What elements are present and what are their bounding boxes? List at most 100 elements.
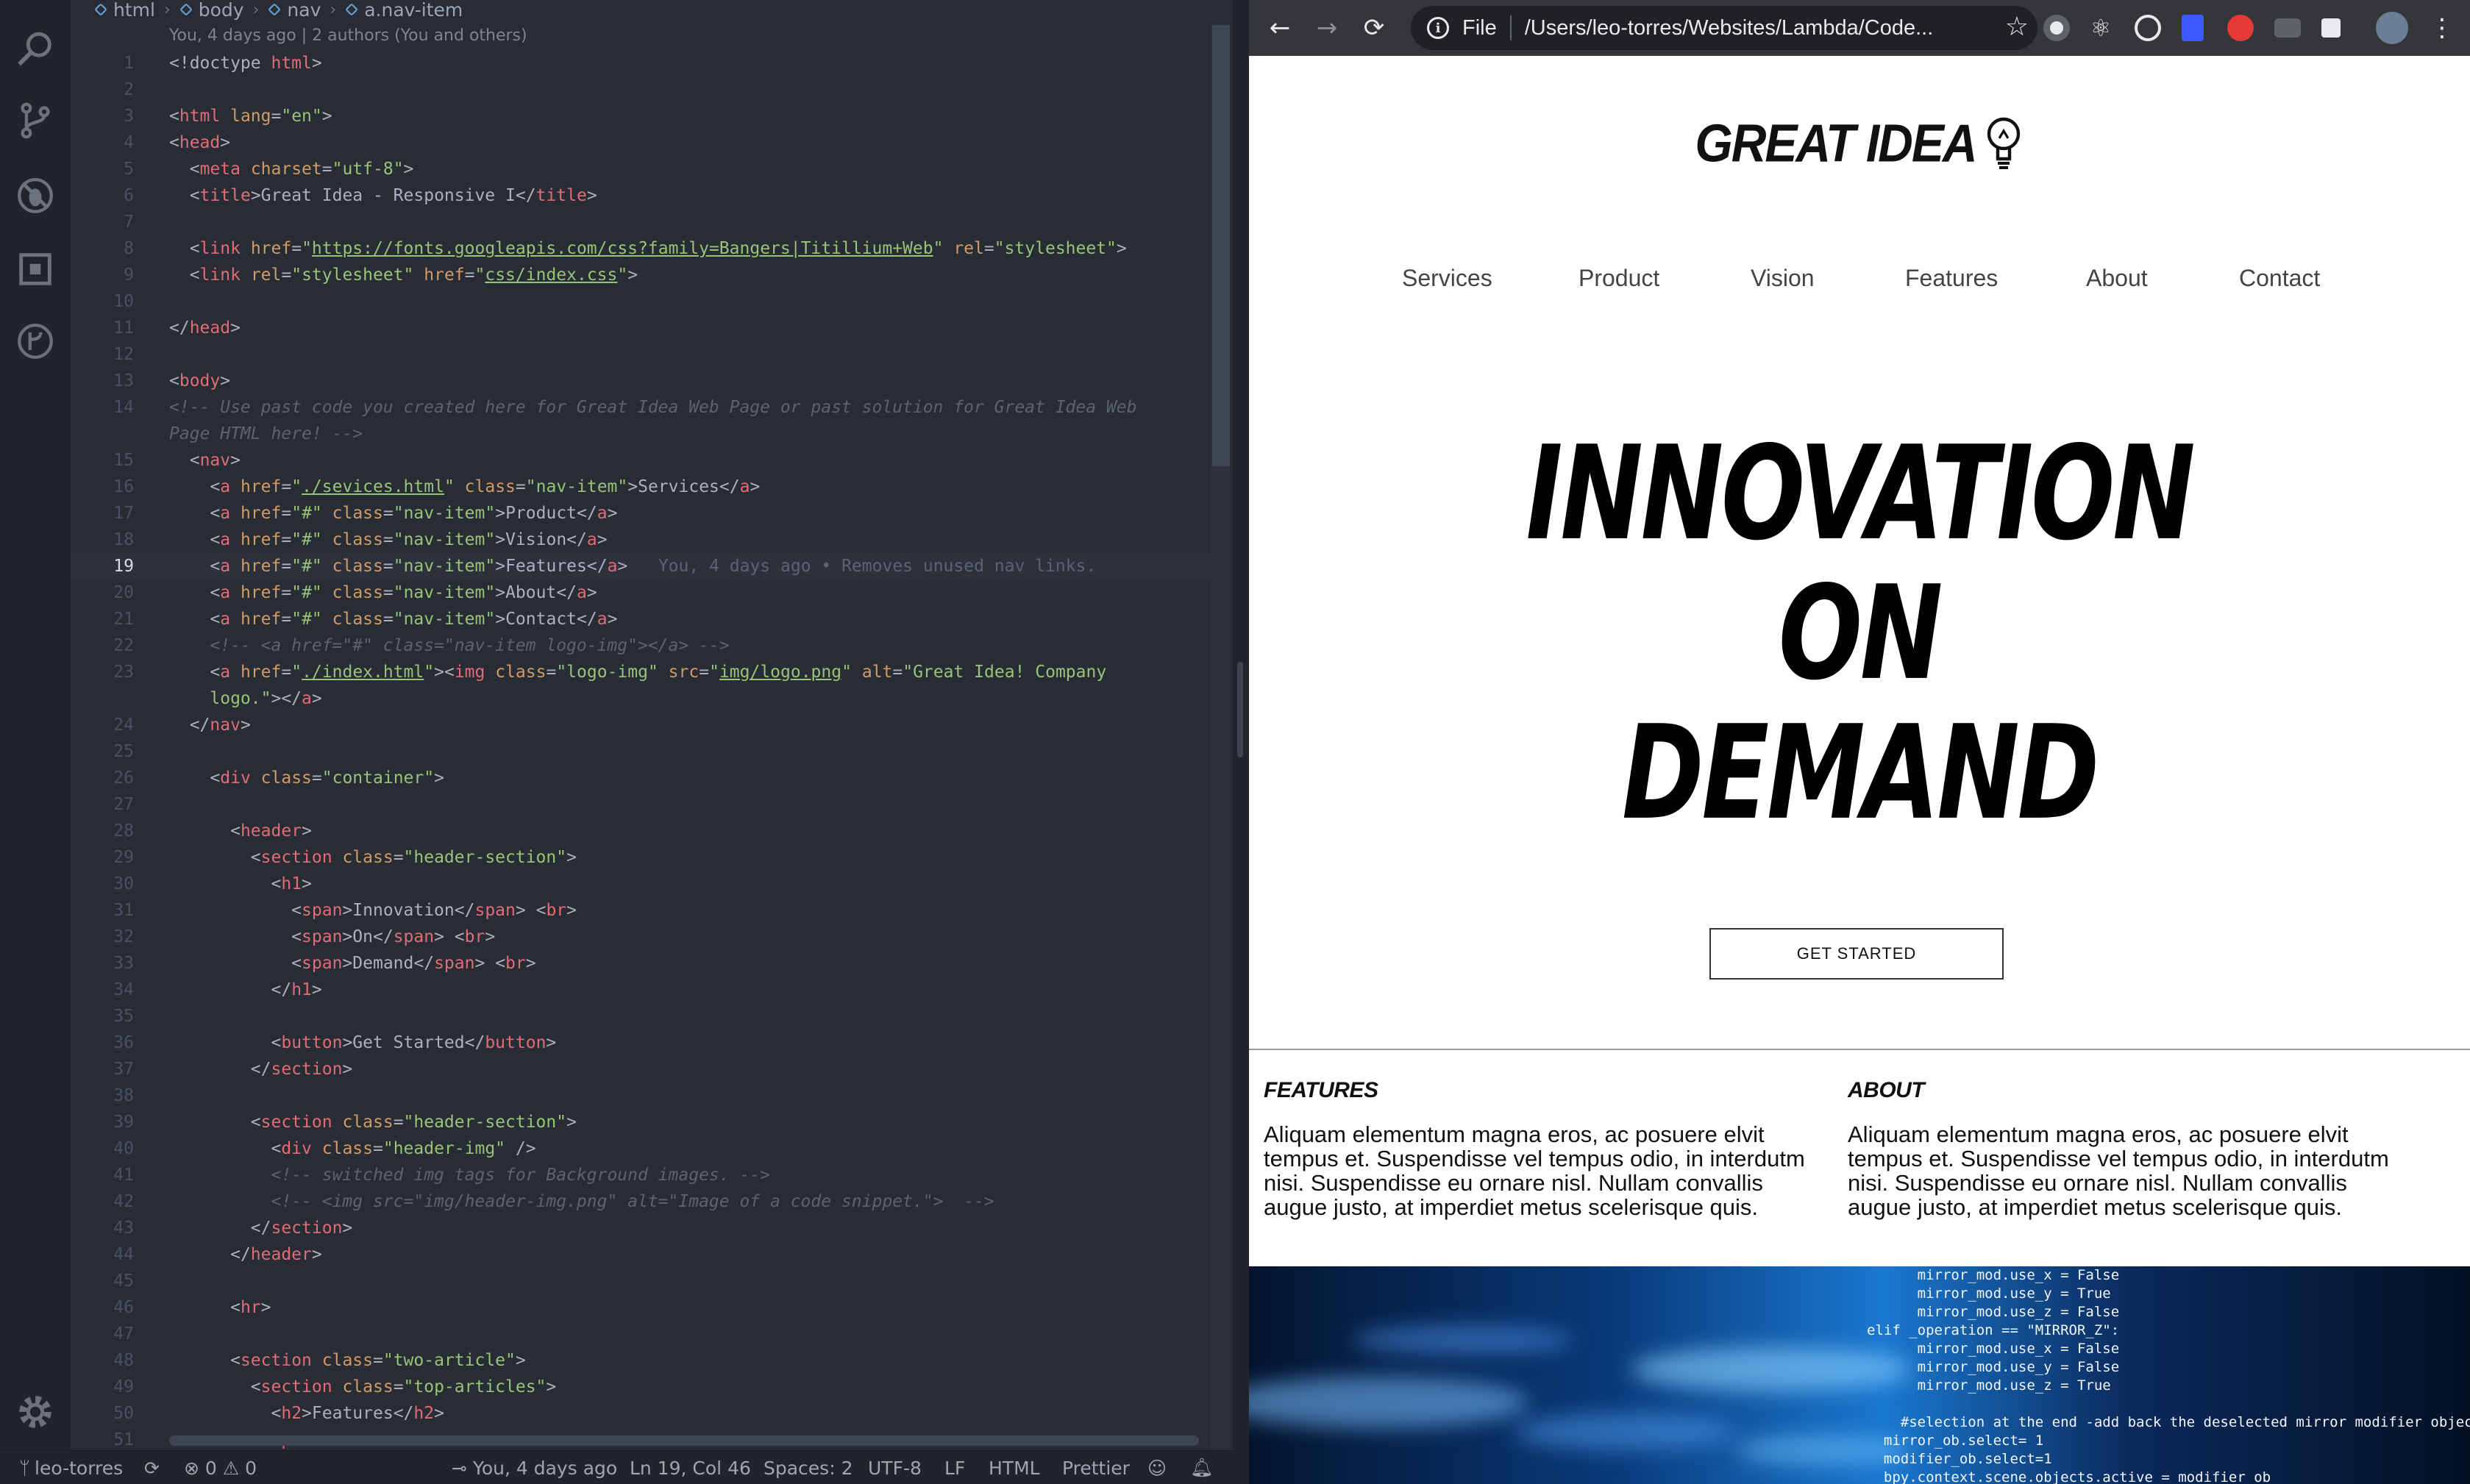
- code-line[interactable]: <div class="container">: [169, 765, 444, 791]
- nav-item-features[interactable]: Features: [1905, 265, 1998, 292]
- code-line[interactable]: <link href="https://fonts.googleapis.com…: [169, 235, 1127, 262]
- code-line[interactable]: <link rel="stylesheet" href="css/index.c…: [169, 262, 638, 288]
- line-number[interactable]: 35: [71, 1003, 134, 1030]
- code-line[interactable]: <nav>: [169, 447, 241, 474]
- horizontal-scrollbar[interactable]: [169, 1435, 1199, 1446]
- code-line[interactable]: <!-- Use past code you created here for …: [169, 394, 1136, 421]
- line-ending[interactable]: LF: [944, 1451, 965, 1484]
- notifications-bell-icon[interactable]: 🔔︎: [1190, 1451, 1214, 1484]
- site-logo[interactable]: GREAT IDEA: [1249, 113, 2470, 174]
- feedback-smiley-icon[interactable]: ☺: [1147, 1451, 1167, 1484]
- line-number[interactable]: 4: [71, 129, 134, 156]
- line-number[interactable]: 41: [71, 1162, 134, 1188]
- code-line[interactable]: <a href="#" class="nav-item">About</a>: [169, 579, 597, 606]
- breadcrumb-item[interactable]: nav: [268, 0, 321, 21]
- extension-ring-icon[interactable]: [2043, 15, 2070, 41]
- extensions-icon[interactable]: [13, 247, 57, 291]
- code-line[interactable]: </h1>: [169, 977, 321, 1003]
- line-number[interactable]: 31: [71, 897, 134, 924]
- stop-hand-extension-icon[interactable]: [2227, 15, 2254, 41]
- code-line[interactable]: <section class="two-article">: [169, 1347, 526, 1374]
- line-number[interactable]: 37: [71, 1056, 134, 1082]
- nav-item-product[interactable]: Product: [1579, 265, 1659, 292]
- code-line[interactable]: <a href="./sevices.html" class="nav-item…: [169, 474, 760, 500]
- line-number[interactable]: 5: [71, 156, 134, 182]
- breadcrumb-item[interactable]: body: [179, 0, 244, 21]
- line-number[interactable]: 26: [71, 765, 134, 791]
- line-number[interactable]: 22: [71, 632, 134, 659]
- line-number[interactable]: 18: [71, 527, 134, 553]
- nav-item-contact[interactable]: Contact: [2239, 265, 2320, 292]
- code-line[interactable]: <title>Great Idea - Responsive I</title>: [169, 182, 597, 209]
- info-extension-icon[interactable]: [2182, 15, 2204, 41]
- code-line[interactable]: <hr>: [169, 1294, 271, 1321]
- line-number[interactable]: 21: [71, 606, 134, 632]
- code-line[interactable]: <a href="#" class="nav-item">Contact</a>: [169, 606, 617, 632]
- line-number[interactable]: 44: [71, 1241, 134, 1268]
- code-line[interactable]: <head>: [169, 129, 230, 156]
- line-number[interactable]: 28: [71, 818, 134, 844]
- code-line[interactable]: <span>Innovation</span> <br>: [169, 897, 577, 924]
- sync-icon[interactable]: ⟳: [144, 1451, 160, 1484]
- line-number[interactable]: 15: [71, 447, 134, 474]
- code-area[interactable]: 1 <!doctype html> 2 3 <html lang="en"> 4 <head…: [71, 50, 1228, 1449]
- code-line[interactable]: <div class="header-img" />: [169, 1135, 535, 1162]
- line-number[interactable]: 23: [71, 659, 134, 685]
- code-line[interactable]: <section class="header-section">: [169, 844, 577, 871]
- line-number[interactable]: [71, 421, 134, 447]
- indentation[interactable]: Spaces: 2: [764, 1451, 853, 1484]
- back-arrow-icon[interactable]: ←: [1262, 10, 1298, 46]
- line-number[interactable]: 11: [71, 315, 134, 341]
- problems-indicator[interactable]: ⊗ 0 ⚠ 0: [184, 1451, 257, 1484]
- code-line[interactable]: <!-- <a href="#" class="nav-item logo-im…: [169, 632, 729, 659]
- cursor-position[interactable]: Ln 19, Col 46: [630, 1451, 751, 1484]
- line-number[interactable]: 29: [71, 844, 134, 871]
- code-line[interactable]: </section>: [169, 1056, 353, 1082]
- line-number[interactable]: 39: [71, 1109, 134, 1135]
- vertical-scrollbar-thumb[interactable]: [1212, 25, 1230, 466]
- line-number[interactable]: 3: [71, 103, 134, 129]
- code-line[interactable]: <a href="#" class="nav-item">Vision</a>: [169, 527, 607, 553]
- line-number[interactable]: 2: [71, 76, 134, 103]
- line-number[interactable]: 38: [71, 1082, 134, 1109]
- react-devtools-icon[interactable]: ⚛: [2088, 15, 2114, 41]
- line-number[interactable]: 7: [71, 209, 134, 235]
- code-line[interactable]: <!-- switched img tags for Background im…: [169, 1162, 770, 1188]
- git-history-icon[interactable]: [13, 319, 57, 363]
- target-extension-icon[interactable]: [2135, 15, 2161, 41]
- code-line[interactable]: <meta charset="utf-8">: [169, 156, 414, 182]
- line-number[interactable]: 27: [71, 791, 134, 818]
- more-extension-icon[interactable]: [2274, 18, 2301, 38]
- url-text[interactable]: /Users/leo-torres/Websites/Lambda/Code..…: [1525, 16, 1966, 40]
- breadcrumb-item[interactable]: html: [94, 0, 155, 21]
- line-number[interactable]: 24: [71, 712, 134, 738]
- line-number[interactable]: 16: [71, 474, 134, 500]
- code-line[interactable]: <span>Demand</span> <br>: [169, 950, 535, 977]
- line-number[interactable]: 6: [71, 182, 134, 209]
- line-number[interactable]: 50: [71, 1400, 134, 1427]
- get-started-button[interactable]: GET STARTED: [1709, 928, 2004, 980]
- settings-gear-icon[interactable]: [13, 1390, 57, 1434]
- code-line[interactable]: <a href="#" class="nav-item">Features</a…: [169, 553, 1096, 579]
- line-number[interactable]: 42: [71, 1188, 134, 1215]
- line-number[interactable]: 51: [71, 1427, 134, 1453]
- code-line[interactable]: Page HTML here! -->: [169, 421, 363, 447]
- line-number[interactable]: 12: [71, 341, 134, 368]
- code-line[interactable]: <span>On</span> <br>: [169, 924, 495, 950]
- encoding[interactable]: UTF-8: [868, 1451, 922, 1484]
- nav-item-about[interactable]: About: [2086, 265, 2148, 292]
- source-control-icon[interactable]: [13, 99, 57, 143]
- code-line[interactable]: <header>: [169, 818, 312, 844]
- line-number[interactable]: 25: [71, 738, 134, 765]
- code-line[interactable]: <html lang="en">: [169, 103, 332, 129]
- code-line[interactable]: </nav>: [169, 712, 251, 738]
- line-number[interactable]: 8: [71, 235, 134, 262]
- line-number[interactable]: [71, 685, 134, 712]
- reload-icon[interactable]: ⟳: [1356, 10, 1392, 46]
- line-number[interactable]: 33: [71, 950, 134, 977]
- code-line[interactable]: <body>: [169, 368, 230, 394]
- line-number[interactable]: 49: [71, 1374, 134, 1400]
- line-number[interactable]: 30: [71, 871, 134, 897]
- code-line[interactable]: </header>: [169, 1241, 322, 1268]
- line-number[interactable]: 40: [71, 1135, 134, 1162]
